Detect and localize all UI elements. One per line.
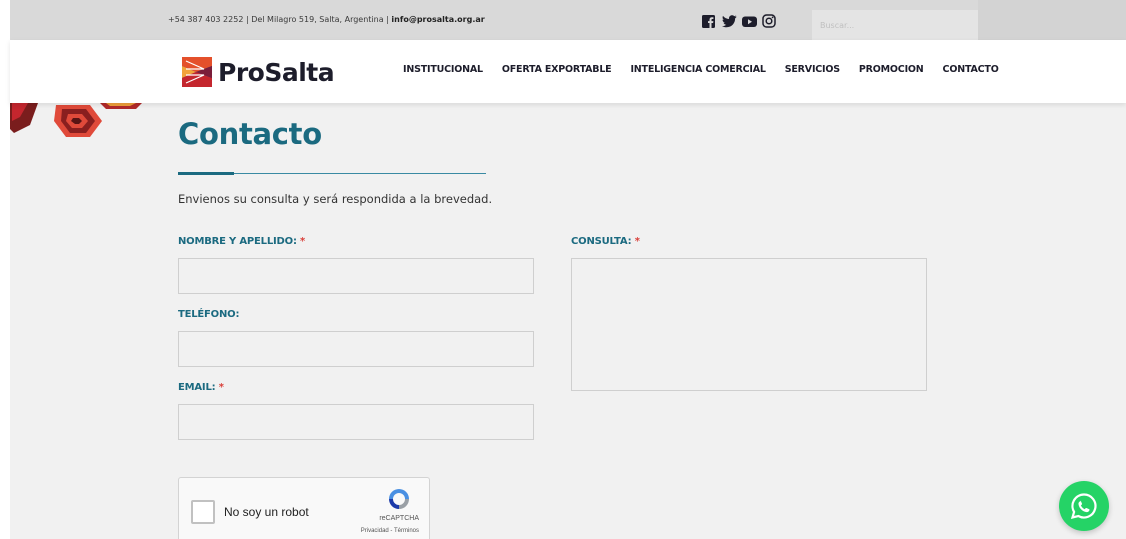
phone-label: TELÉFONO: — [178, 309, 240, 320]
name-field[interactable] — [178, 258, 534, 294]
email-field[interactable] — [178, 404, 534, 440]
nav-servicios[interactable]: SERVICIOS — [785, 64, 840, 75]
site-header: ProSalta INSTITUCIONAL OFERTA EXPORTABLE… — [10, 40, 1126, 103]
hexagon-decoration-icon — [10, 103, 142, 137]
contact-email-link[interactable]: info@prosalta.org.ar — [391, 15, 484, 24]
twitter-icon[interactable] — [722, 13, 737, 28]
required-mark: * — [300, 236, 306, 247]
prosalta-logo-icon — [182, 57, 212, 87]
nav-institucional[interactable]: INSTITUCIONAL — [403, 64, 483, 75]
recaptcha-label: No soy un robot — [224, 505, 309, 519]
site-logo[interactable]: ProSalta — [182, 57, 335, 87]
topbar-spacer — [978, 0, 1126, 40]
whatsapp-icon — [1070, 493, 1097, 520]
search-input[interactable] — [812, 10, 978, 40]
facebook-icon[interactable] — [702, 13, 716, 28]
social-icons — [702, 13, 776, 28]
top-bar: +54 387 403 2252 | Del Milagro 519, Salt… — [10, 0, 1126, 40]
contact-info: +54 387 403 2252 | Del Milagro 519, Salt… — [168, 0, 485, 40]
instagram-icon[interactable] — [762, 13, 776, 28]
title-underline-accent — [178, 172, 234, 175]
logo-text: ProSalta — [218, 57, 335, 87]
required-mark: * — [218, 382, 224, 393]
contact-info-text: +54 387 403 2252 | Del Milagro 519, Salt… — [168, 15, 392, 24]
name-label: NOMBRE Y APELLIDO: * — [178, 236, 305, 247]
whatsapp-button[interactable] — [1059, 481, 1109, 531]
phone-field[interactable] — [178, 331, 534, 367]
recaptcha-widget: No soy un robot reCAPTCHA Privacidad - T… — [178, 477, 430, 539]
main-content: Contacto Envienos su consulta y será res… — [10, 103, 1126, 539]
recaptcha-brand: reCAPTCHA — [379, 515, 419, 522]
message-label-text: CONSULTA: — [571, 236, 635, 247]
message-textarea[interactable] — [571, 258, 927, 391]
intro-text: Envienos su consulta y será respondida a… — [178, 192, 493, 206]
nav-promocion[interactable]: PROMOCION — [859, 64, 924, 75]
email-label: EMAIL: * — [178, 382, 224, 393]
main-nav: INSTITUCIONAL OFERTA EXPORTABLE INTELIGE… — [403, 64, 1018, 75]
nav-inteligencia-comercial[interactable]: INTELIGENCIA COMERCIAL — [630, 64, 765, 75]
message-label: CONSULTA: * — [571, 236, 640, 247]
email-label-text: EMAIL: — [178, 382, 219, 393]
nav-contacto[interactable]: CONTACTO — [943, 64, 999, 75]
page-title: Contacto — [178, 117, 322, 151]
required-mark: * — [634, 236, 640, 247]
recaptcha-checkbox[interactable] — [191, 500, 215, 524]
recaptcha-logo-icon — [389, 489, 409, 509]
name-label-text: NOMBRE Y APELLIDO: — [178, 236, 301, 247]
nav-oferta-exportable[interactable]: OFERTA EXPORTABLE — [502, 64, 612, 75]
recaptcha-links[interactable]: Privacidad - Términos — [361, 528, 419, 534]
youtube-icon[interactable] — [742, 13, 757, 27]
